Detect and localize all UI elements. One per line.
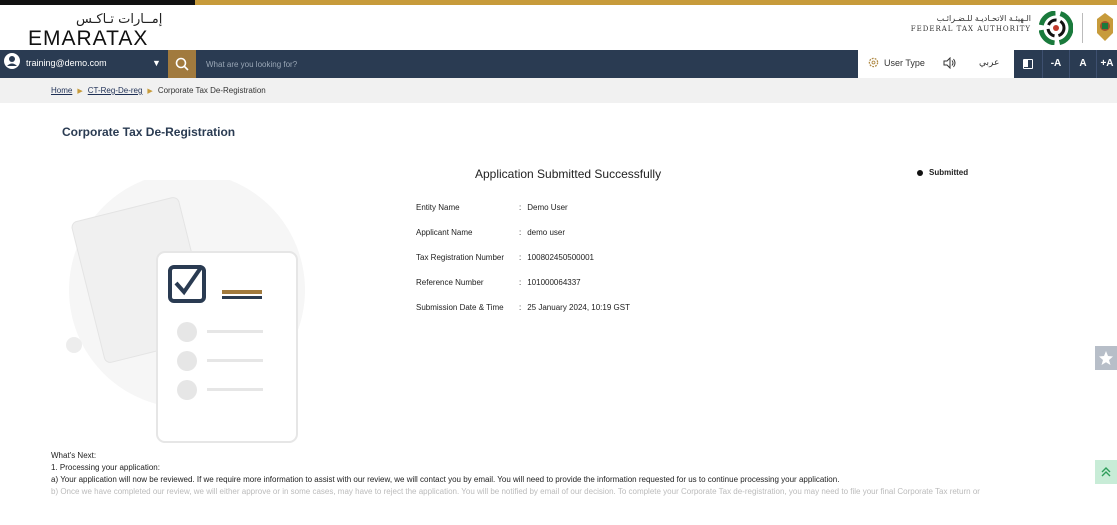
breadcrumb-parent-link[interactable]: CT-Reg-De-reg [88,86,143,95]
breadcrumb-home-link[interactable]: Home [51,86,72,95]
page-title: Corporate Tax De-Registration [62,125,236,139]
logo-english-text: EMARATAX [28,27,149,50]
search-input[interactable] [196,50,846,78]
contrast-toggle-button[interactable] [1014,50,1042,78]
breadcrumb: Home ▶ CT-Reg-De-reg ▶ Corporate Tax De-Regi… [51,86,266,95]
font-decrease-button[interactable]: -A [1042,50,1069,78]
header-divider [1082,13,1083,43]
status-dot-icon [917,169,923,176]
user-type-button[interactable]: User Type [884,58,925,68]
font-increase-button[interactable]: +A [1096,50,1117,78]
language-toggle[interactable]: عربي [979,58,999,68]
detail-value: 101000064337 [519,278,580,287]
accessibility-toolbar: User Type عربي -A A +A [858,50,1117,78]
breadcrumb-bar: Home ▶ CT-Reg-De-reg ▶ Corporate Tax De-Regi… [0,78,1117,103]
fta-name: الـهيئـة الاتحـاديـة للـضـرائـب FEDERAL … [911,14,1031,33]
detail-label: Reference Number [416,278,484,287]
fta-arabic-text: الـهيئـة الاتحـاديـة للـضـرائـب [936,14,1031,23]
whats-next-heading: What's Next: [51,451,97,460]
detail-label: Tax Registration Number [416,253,505,262]
detail-value: 100802450500001 [519,253,594,262]
breadcrumb-arrow-icon: ▶ [147,88,153,95]
uae-emblem-icon [1097,13,1113,41]
whats-next-section: What's Next: 1. Processing your applicat… [51,450,1111,498]
step-1-a: a) Your application will now be reviewed… [51,475,840,484]
success-message: Application Submitted Successfully [475,167,662,181]
user-email[interactable]: training@demo.com [26,58,107,68]
speaker-icon[interactable] [943,57,957,69]
detail-value: Demo User [519,203,567,212]
detail-label: Entity Name [416,203,460,212]
chevron-down-icon[interactable]: ▼ [152,58,161,68]
search-button[interactable] [168,50,196,78]
detail-label: Applicant Name [416,228,473,237]
gear-icon[interactable] [868,57,879,68]
application-submitted-illustration [66,180,305,443]
font-normal-button[interactable]: A [1069,50,1096,78]
status-badge: Submitted [917,168,968,177]
status-text: Submitted [929,168,969,177]
step-1-title: 1. Processing your application: [51,463,160,472]
fta-english-text: FEDERAL TAX AUTHORITY [910,25,1031,33]
top-navbar: training@demo.com ▼ User Type عربي -A A … [0,50,1117,78]
step-1-b: b) Once we have completed our review, we… [51,487,980,496]
contrast-icon [1023,59,1033,69]
star-icon [1099,351,1113,365]
detail-value: 25 January 2024, 10:19 GST [519,303,630,312]
breadcrumb-arrow-icon: ▶ [77,88,83,95]
detail-label: Submission Date & Time [416,303,504,312]
search-icon [175,57,189,71]
site-header: إمــارات تـاكـس EMARATAX الـهيئـة الاتحـ… [0,5,1117,50]
user-avatar-icon[interactable] [4,53,20,69]
favorite-button[interactable] [1095,346,1117,370]
logo-arabic-text: إمــارات تـاكـس [76,12,163,27]
detail-value: demo user [519,228,565,237]
fta-emblem-icon [1039,11,1073,45]
breadcrumb-current: Corporate Tax De-Registration [157,86,266,95]
